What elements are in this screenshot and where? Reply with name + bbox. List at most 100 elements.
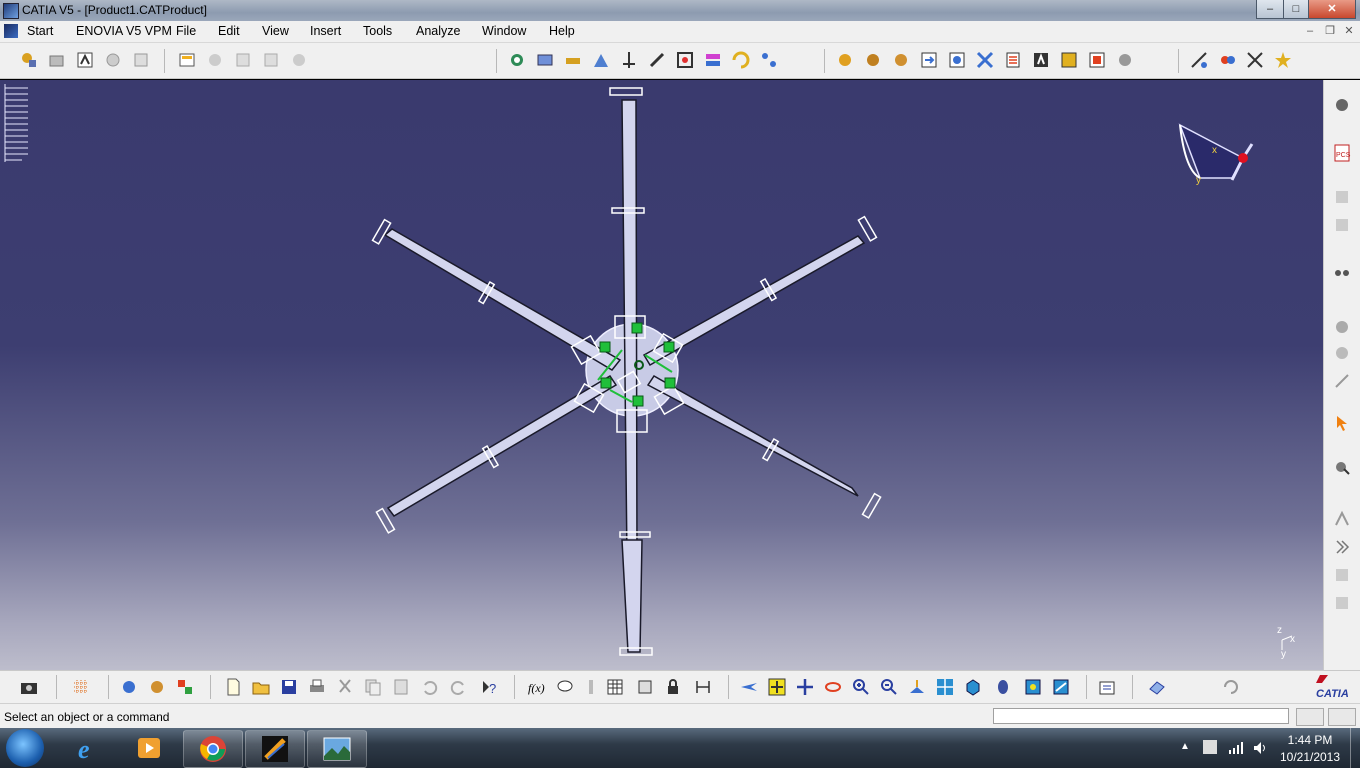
- reuse-pattern-icon[interactable]: [758, 49, 780, 71]
- annotation-text-icon[interactable]: [1030, 49, 1052, 71]
- fit-all-in-icon[interactable]: [766, 676, 788, 698]
- viewport-canvas[interactable]: y x z x y: [0, 80, 1323, 670]
- paste-icon[interactable]: [390, 676, 412, 698]
- doc-close-button[interactable]: ✕: [1341, 24, 1357, 38]
- flag-note-icon[interactable]: [1058, 49, 1080, 71]
- bill-of-material-icon[interactable]: [1002, 49, 1024, 71]
- redo-icon[interactable]: [448, 676, 470, 698]
- camera-capture-icon[interactable]: [18, 676, 40, 698]
- network-icon[interactable]: [1228, 742, 1244, 754]
- scenes-icon[interactable]: [1114, 49, 1136, 71]
- constraint-contact-icon[interactable]: [534, 49, 556, 71]
- whats-this-icon[interactable]: ?: [478, 676, 500, 698]
- command-input[interactable]: [993, 708, 1289, 724]
- manipulation-icon[interactable]: [834, 49, 856, 71]
- catalog-browser-icon[interactable]: [1272, 49, 1294, 71]
- design-mode-icon[interactable]: [118, 676, 140, 698]
- flexible-subassembly-icon[interactable]: [702, 49, 724, 71]
- show-desktop-button[interactable]: [1350, 728, 1360, 768]
- weld-planner-icon[interactable]: [1086, 49, 1108, 71]
- split-icon[interactable]: [1331, 186, 1353, 208]
- zoom-out-icon[interactable]: [878, 676, 900, 698]
- menu-view[interactable]: View: [262, 24, 289, 38]
- blade-upper-left[interactable]: [383, 228, 622, 371]
- table-icon[interactable]: [604, 676, 626, 698]
- swap-visible-space-icon[interactable]: [1050, 676, 1072, 698]
- clock-date[interactable]: 10/21/2013: [1270, 750, 1350, 764]
- pan-icon[interactable]: [794, 676, 816, 698]
- zoom-in-icon[interactable]: [850, 676, 872, 698]
- replace-component-icon[interactable]: [176, 49, 198, 71]
- menu-insert[interactable]: Insert: [310, 24, 341, 38]
- menu-start[interactable]: Start: [27, 24, 53, 38]
- product-icon[interactable]: [74, 49, 96, 71]
- clock-time[interactable]: 1:44 PM: [1270, 733, 1350, 747]
- catia-taskbar-icon[interactable]: [245, 730, 305, 768]
- stop-manipulate-on-clash-icon[interactable]: [946, 49, 968, 71]
- update-icon[interactable]: [1096, 676, 1118, 698]
- 3d-viewport[interactable]: y x z x y: [0, 80, 1323, 670]
- assembly-features-icon[interactable]: [1331, 94, 1353, 116]
- cache-icon[interactable]: [146, 676, 168, 698]
- doc-restore-button[interactable]: ❐: [1322, 24, 1338, 38]
- blade-lower-left[interactable]: [386, 374, 618, 517]
- grid-icon[interactable]: [70, 676, 92, 698]
- distance-band-icon[interactable]: [1331, 342, 1353, 364]
- blade-upper-right[interactable]: [642, 235, 866, 367]
- measure-between-icon[interactable]: [1188, 49, 1210, 71]
- analysis-icon[interactable]: [1331, 508, 1353, 530]
- clash-icon[interactable]: [974, 49, 996, 71]
- rotate-icon[interactable]: [822, 676, 844, 698]
- space-analysis-icon[interactable]: [1331, 260, 1353, 282]
- chrome-icon[interactable]: [183, 730, 243, 768]
- apply-material-icon[interactable]: [174, 676, 196, 698]
- doc-minimize-button[interactable]: –: [1302, 24, 1318, 38]
- menu-file[interactable]: File: [176, 24, 196, 38]
- iso-view-icon[interactable]: [962, 676, 984, 698]
- graph-tree-icon[interactable]: [204, 49, 226, 71]
- windows-start-button[interactable]: [6, 729, 44, 767]
- measure-item-icon[interactable]: [1216, 49, 1238, 71]
- fix-component-icon[interactable]: [618, 49, 640, 71]
- multi-view-icon[interactable]: [934, 676, 956, 698]
- close-button[interactable]: ✕: [1308, 0, 1356, 19]
- catalog-icon[interactable]: [634, 676, 656, 698]
- constraint-coincidence-icon[interactable]: [506, 49, 528, 71]
- quick-constraint-icon[interactable]: [674, 49, 696, 71]
- maximize-button[interactable]: □: [1283, 0, 1309, 19]
- compass-widget[interactable]: y x: [1178, 123, 1254, 186]
- minimize-button[interactable]: –: [1256, 0, 1284, 19]
- menu-analyze[interactable]: Analyze: [416, 24, 460, 38]
- hide-show-icon[interactable]: [1022, 676, 1044, 698]
- sectioning-icon[interactable]: [1331, 316, 1353, 338]
- 2d-layout-icon[interactable]: [1146, 676, 1168, 698]
- product-tool-icon[interactable]: [18, 49, 40, 71]
- generate-numbering-icon[interactable]: [232, 49, 254, 71]
- manage-representations-icon[interactable]: [288, 49, 310, 71]
- lock-icon[interactable]: [662, 676, 684, 698]
- new-file-icon[interactable]: [222, 676, 244, 698]
- compass-manipulate-icon[interactable]: [1331, 456, 1353, 478]
- constraint-angle-icon[interactable]: [590, 49, 612, 71]
- show-hidden-icons-icon[interactable]: ▲: [1180, 741, 1190, 752]
- spec-tree[interactable]: [4, 84, 28, 162]
- command-button-1[interactable]: [1296, 708, 1324, 726]
- pdf-export-icon[interactable]: PCS: [1331, 142, 1353, 164]
- menu-help[interactable]: Help: [549, 24, 575, 38]
- shading-icon[interactable]: [992, 676, 1014, 698]
- sketcher-icon[interactable]: [1331, 370, 1353, 392]
- explode-icon[interactable]: [918, 49, 940, 71]
- print-icon[interactable]: [306, 676, 328, 698]
- blade-lower-right[interactable]: [646, 375, 859, 497]
- undo-icon[interactable]: [418, 676, 440, 698]
- propeller-assembly[interactable]: [371, 87, 882, 656]
- measure-inertia-icon[interactable]: [1244, 49, 1266, 71]
- copy-icon[interactable]: [362, 676, 384, 698]
- smart-move-icon[interactable]: [890, 49, 912, 71]
- expand-toolbar-icon[interactable]: [1331, 536, 1353, 558]
- snap-icon[interactable]: [862, 49, 884, 71]
- tools-palette-2-icon[interactable]: [1331, 592, 1353, 614]
- selective-load-icon[interactable]: [260, 49, 282, 71]
- menu-tools[interactable]: Tools: [363, 24, 392, 38]
- internet-explorer-icon[interactable]: e: [60, 730, 118, 766]
